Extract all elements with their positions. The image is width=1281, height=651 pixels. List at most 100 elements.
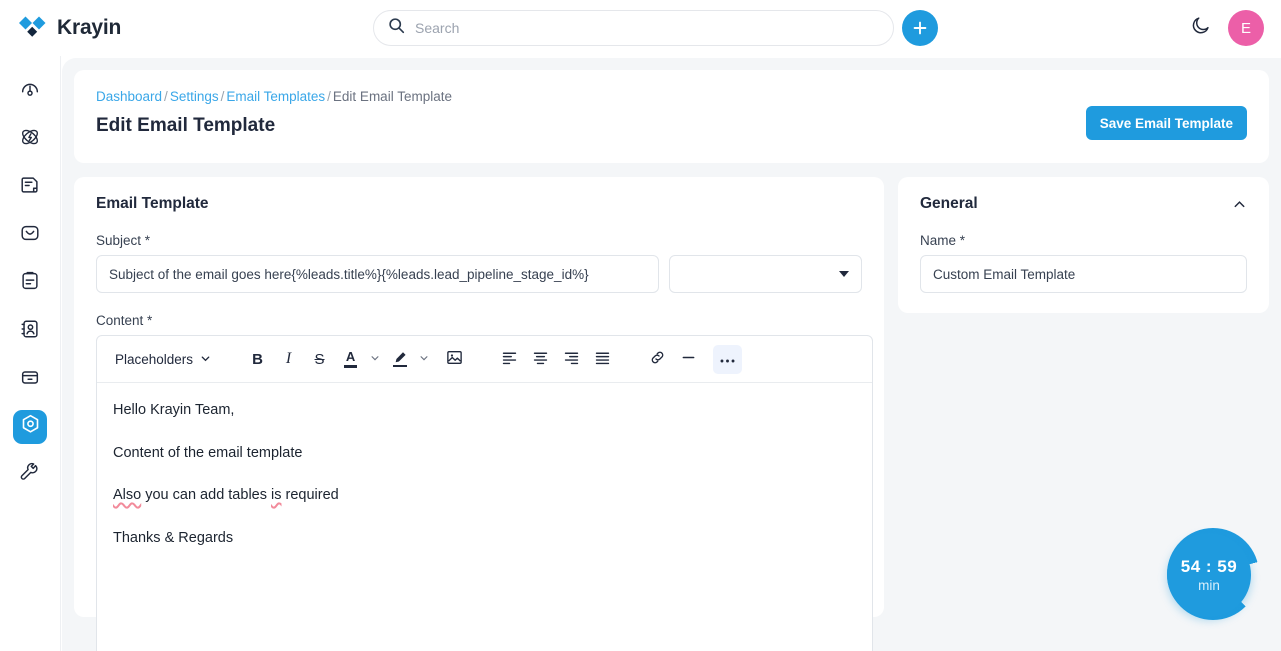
session-timer-widget[interactable]: 54 : 59 min — [1167, 528, 1259, 620]
misspelled-word: is — [271, 487, 282, 504]
editor-paragraph: Content of the email template — [113, 444, 303, 461]
italic-button[interactable]: I — [274, 345, 303, 374]
email-template-card-title: Email Template — [96, 195, 209, 212]
sidebar-item-settings[interactable] — [13, 410, 47, 444]
brand-name: Krayin — [57, 16, 122, 39]
horizontal-rule-button[interactable] — [674, 345, 703, 374]
italic-icon: I — [285, 350, 292, 367]
hexagon-gear-icon — [19, 413, 42, 441]
subject-input[interactable] — [96, 255, 659, 293]
text-color-button[interactable]: A — [336, 345, 365, 374]
sidebar-item-products[interactable] — [13, 362, 47, 396]
align-center-icon — [532, 349, 549, 370]
breadcrumb-separator: / — [164, 89, 168, 104]
box-icon — [19, 366, 41, 393]
chevron-down-icon — [839, 271, 849, 277]
sidebar-item-configuration[interactable] — [13, 458, 47, 492]
editor-content-area[interactable]: Hello Krayin Team, Content of the email … — [97, 383, 872, 651]
sidebar-item-leads[interactable] — [13, 122, 47, 156]
breadcrumb-link-settings[interactable]: Settings — [170, 89, 219, 104]
minus-icon — [680, 349, 697, 370]
align-center-button[interactable] — [526, 345, 555, 374]
email-template-card: Email Template Subject * Content * Place… — [74, 177, 884, 651]
subject-row — [96, 255, 862, 293]
search-icon — [388, 17, 405, 39]
breadcrumb-separator: / — [327, 89, 331, 104]
clipboard-icon — [19, 270, 41, 297]
align-right-icon — [563, 349, 580, 370]
more-options-button[interactable] — [713, 344, 743, 374]
insert-image-button[interactable] — [440, 345, 469, 374]
editor-paragraph: Thanks & Regards — [113, 529, 234, 546]
theme-toggle-button[interactable] — [1186, 13, 1214, 41]
breadcrumb-link-dashboard[interactable]: Dashboard — [96, 89, 162, 104]
sidebar-item-activities[interactable] — [13, 266, 47, 300]
chevron-down-icon — [370, 350, 380, 368]
sidebar-item-contacts[interactable] — [13, 314, 47, 348]
insert-link-button[interactable] — [643, 345, 672, 374]
editor-paragraph: Also you can add tables is required — [113, 486, 856, 506]
timer-time: 54 : 59 — [1180, 557, 1238, 576]
subject-label: Subject * — [96, 233, 151, 248]
search-bar[interactable] — [373, 10, 894, 46]
sidebar-item-dashboard[interactable] — [13, 74, 47, 108]
image-icon — [446, 349, 463, 370]
placeholders-dropdown[interactable]: Placeholders — [109, 347, 217, 372]
top-bar: Krayin E — [0, 0, 1281, 56]
envelope-icon — [19, 222, 41, 249]
pen-icon — [392, 351, 407, 368]
chevron-down-icon — [200, 352, 211, 367]
atom-icon — [19, 126, 41, 153]
content-label: Content * — [96, 313, 153, 328]
address-book-icon — [19, 318, 41, 345]
editor-text: required — [281, 487, 339, 504]
text-color-icon: A — [344, 350, 358, 368]
timer-unit: min — [1198, 578, 1220, 593]
wrench-icon — [19, 462, 41, 489]
align-left-button[interactable] — [495, 345, 524, 374]
avatar[interactable]: E — [1228, 10, 1264, 46]
page-header-card: Dashboard / Settings / Email Templates / Edit … — [74, 70, 1269, 163]
bold-button[interactable]: B — [243, 345, 272, 374]
misspelled-word: Also — [113, 487, 142, 504]
link-icon — [649, 349, 666, 370]
timer-face: 54 : 59 min — [1167, 533, 1251, 617]
breadcrumb-current: Edit Email Template — [332, 89, 452, 104]
editor-paragraph: Hello Krayin Team, — [113, 402, 235, 418]
highlight-button[interactable] — [385, 345, 414, 374]
breadcrumb: Dashboard / Settings / Email Templates / Edit … — [96, 88, 1247, 106]
strikethrough-icon: S — [314, 350, 325, 368]
subject-placeholder-select[interactable] — [668, 255, 862, 293]
gauge-icon — [19, 78, 41, 105]
avatar-initial: E — [1240, 19, 1251, 37]
strikethrough-button[interactable]: S — [305, 345, 334, 374]
brand[interactable]: Krayin — [18, 15, 121, 41]
ellipsis-icon — [719, 351, 736, 368]
sidebar — [0, 56, 61, 651]
general-card-title: General — [920, 195, 978, 212]
page-title: Edit Email Template — [96, 115, 276, 136]
name-label: Name * — [920, 233, 966, 248]
placeholders-label: Placeholders — [115, 351, 194, 367]
content-editor: Placeholders B I S A Hello Krayin Team, … — [96, 335, 873, 651]
bold-icon: B — [252, 350, 263, 368]
search-input[interactable] — [415, 18, 855, 38]
add-button[interactable] — [902, 10, 938, 46]
text-color-dropdown[interactable] — [367, 346, 383, 372]
editor-text: you can add tables — [141, 487, 272, 504]
chevron-up-icon[interactable] — [1232, 197, 1247, 217]
breadcrumb-link-email-templates[interactable]: Email Templates — [226, 89, 325, 104]
sidebar-item-mail[interactable] — [13, 218, 47, 252]
align-justify-button[interactable] — [588, 345, 617, 374]
align-justify-icon — [594, 349, 611, 370]
general-card: General Name * — [898, 177, 1269, 313]
sidebar-item-quotes[interactable] — [13, 170, 47, 204]
content-columns: Email Template Subject * Content * Place… — [74, 177, 1269, 651]
editor-toolbar: Placeholders B I S A — [97, 336, 872, 383]
save-email-template-button[interactable]: Save Email Template — [1085, 106, 1247, 140]
document-icon — [19, 174, 41, 201]
name-input[interactable] — [920, 255, 1247, 293]
highlight-dropdown[interactable] — [416, 346, 432, 372]
moon-icon — [1190, 15, 1211, 39]
align-right-button[interactable] — [557, 345, 586, 374]
